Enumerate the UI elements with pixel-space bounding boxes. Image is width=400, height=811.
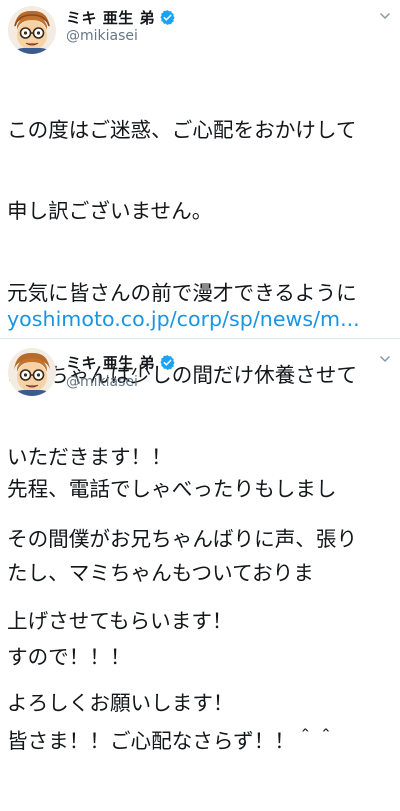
tweet-text-line: たし、マミちゃんもついておりま bbox=[7, 561, 314, 585]
news-link[interactable]: yoshimoto.co.jp/corp/sp/news/m... bbox=[7, 307, 360, 331]
display-name[interactable]: ミキ 亜生 弟 bbox=[66, 352, 155, 373]
verified-badge-icon bbox=[160, 354, 175, 370]
tweet-text-line: 申し訳ございません。 bbox=[7, 199, 213, 224]
avatar[interactable] bbox=[8, 6, 56, 54]
avatar-caricature-icon bbox=[8, 348, 56, 396]
display-name[interactable]: ミキ 亜生 弟 bbox=[66, 7, 155, 28]
tweet-text-line: 皆さま！！ご心配なさらず！！＾＾ bbox=[7, 729, 337, 753]
tweet: ミキ 亜生 弟 @mikiasei 先程、電話でしゃべったりもしまし たし、マミ… bbox=[0, 338, 400, 753]
avatar[interactable] bbox=[8, 348, 56, 396]
handle[interactable]: @mikiasei bbox=[66, 28, 138, 44]
tweet-text-line: すので！！！ bbox=[7, 645, 131, 669]
tweet-text: 先程、電話でしゃべったりもしまし たし、マミちゃんもついておりま すので！！！ … bbox=[7, 419, 396, 811]
name-row: ミキ 亜生 弟 bbox=[66, 351, 176, 373]
chevron-down-icon[interactable] bbox=[379, 353, 391, 365]
tweet-text-line: この度はご迷惑、ご心配をおかけして bbox=[7, 117, 357, 142]
tweet-text-line: 元気に皆さんの前で漫才できるように bbox=[7, 281, 357, 306]
handle[interactable]: @mikiasei bbox=[66, 374, 138, 390]
tweet: ミキ 亜生 弟 @mikiasei この度はご迷惑、ご心配をおかけして 申し訳ご… bbox=[0, 0, 400, 715]
name-row: ミキ 亜生 弟 bbox=[66, 6, 176, 28]
verified-badge-icon bbox=[160, 9, 175, 25]
avatar-caricature-icon bbox=[8, 6, 56, 54]
tweet-text-line: 先程、電話でしゃべったりもしまし bbox=[7, 477, 337, 501]
chevron-down-icon[interactable] bbox=[379, 10, 391, 22]
